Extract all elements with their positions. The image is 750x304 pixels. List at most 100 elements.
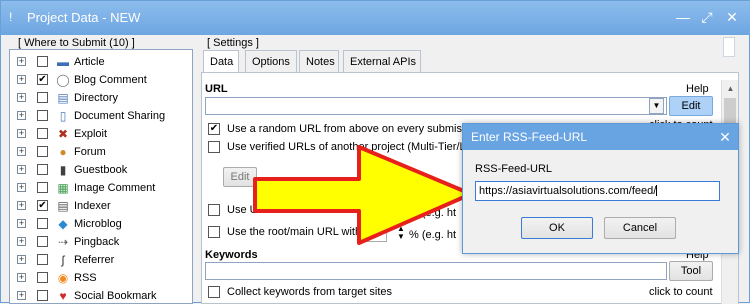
- tree-item-label: Forum: [74, 146, 106, 158]
- settings-panel-edge: [723, 37, 735, 57]
- keywords-input[interactable]: [205, 262, 667, 280]
- tree-item-checkbox[interactable]: [37, 218, 48, 229]
- tree-item-checkbox[interactable]: [37, 272, 48, 283]
- scroll-up-icon[interactable]: ▲: [722, 80, 739, 97]
- settings-title: [ Settings ]: [207, 37, 259, 49]
- microblog-icon: ◆: [58, 217, 68, 231]
- title-bar: ǃ Project Data - NEW — ⤢ ✕: [1, 1, 750, 35]
- expand-icon[interactable]: +: [17, 273, 26, 282]
- expand-icon[interactable]: +: [17, 129, 26, 138]
- tree-item[interactable]: + ▯ Document Sharing: [10, 107, 192, 125]
- tree-item[interactable]: + ▮ Guestbook: [10, 161, 192, 179]
- tree-item-label: Social Bookmark: [74, 290, 157, 302]
- article-icon: ▬: [57, 55, 69, 69]
- tree-item-checkbox[interactable]: [37, 182, 48, 193]
- tree-item-label: Referrer: [74, 254, 115, 266]
- exploit-icon: ✖: [57, 127, 69, 141]
- verified-urls-checkbox[interactable]: [208, 141, 220, 153]
- expand-icon[interactable]: +: [17, 255, 26, 264]
- tree-item-checkbox[interactable]: [37, 236, 48, 247]
- tree-item-checkbox[interactable]: [37, 290, 48, 301]
- url-combo[interactable]: [205, 97, 667, 115]
- expand-icon[interactable]: +: [17, 219, 26, 228]
- expand-icon[interactable]: +: [17, 111, 26, 120]
- cancel-button[interactable]: Cancel: [604, 217, 676, 239]
- expand-icon[interactable]: +: [17, 183, 26, 192]
- url-variations-checkbox[interactable]: [208, 204, 220, 216]
- ok-button[interactable]: OK: [521, 217, 593, 239]
- tree-item[interactable]: + ▬ Article: [10, 53, 192, 71]
- expand-icon[interactable]: +: [17, 75, 26, 84]
- collect-keywords-label: Collect keywords from target sites: [227, 286, 393, 298]
- url-dropdown-arrow-icon[interactable]: ▼: [649, 98, 664, 114]
- tree-item-label: Guestbook: [74, 164, 128, 176]
- expand-icon[interactable]: +: [17, 237, 26, 246]
- tree-item[interactable]: + ▤ Directory: [10, 89, 192, 107]
- expand-icon[interactable]: +: [17, 201, 26, 210]
- click-to-count-link-2[interactable]: click to count: [649, 286, 713, 298]
- url-label: URL: [205, 83, 228, 95]
- root-url-checkbox[interactable]: [208, 226, 220, 238]
- tree-item-label: Article: [74, 56, 105, 68]
- project-data-window: ǃ Project Data - NEW — ⤢ ✕ [ Where to Su…: [0, 0, 750, 304]
- text-caret: [656, 185, 658, 196]
- tree-item[interactable]: + ◆ Microblog: [10, 215, 192, 233]
- tree-item-label: Exploit: [74, 128, 108, 140]
- rss-feed-url-value: https://asiavirtualsolutions.com/feed/: [479, 185, 657, 197]
- tree-item[interactable]: + ◉ RSS: [10, 269, 192, 287]
- indexer-icon: ▤: [57, 199, 69, 213]
- tree-item-checkbox[interactable]: [37, 128, 48, 139]
- tree-item-label: Microblog: [74, 218, 122, 230]
- tree-item-label: Directory: [74, 92, 119, 104]
- tree-item-checkbox[interactable]: ✔: [37, 74, 48, 85]
- tree-item-checkbox[interactable]: [37, 164, 48, 175]
- tree-item[interactable]: + ✔ ▤ Indexer: [10, 197, 192, 215]
- tab-data[interactable]: Data: [203, 50, 239, 72]
- tree-item[interactable]: + ▦ Image Comment: [10, 179, 192, 197]
- rss-icon: ◉: [57, 271, 69, 285]
- where-to-submit-title: [ Where to Submit (10) ]: [18, 37, 135, 49]
- rss-feed-url-input[interactable]: https://asiavirtualsolutions.com/feed/: [475, 181, 720, 201]
- tree-item[interactable]: + ● Forum: [10, 143, 192, 161]
- tab-options[interactable]: Options: [245, 50, 297, 72]
- tree-item-label: Document Sharing: [74, 110, 166, 122]
- tree-item-checkbox[interactable]: [37, 56, 48, 67]
- guestbook-icon: ▮: [59, 163, 67, 177]
- dialog-close-icon[interactable]: ✕: [712, 124, 738, 150]
- tree-item-label: Pingback: [74, 236, 120, 248]
- tree-item[interactable]: + ⇢ Pingback: [10, 233, 192, 251]
- random-url-checkbox[interactable]: ✔: [208, 123, 220, 135]
- tree-item-checkbox[interactable]: ✔: [37, 200, 48, 211]
- tree-item-checkbox[interactable]: [37, 254, 48, 265]
- tree-item-checkbox[interactable]: [37, 110, 48, 121]
- window-title: Project Data - NEW: [27, 10, 141, 25]
- rss-feed-url-dialog: Enter RSS-Feed-URL ✕ RSS-Feed-URL https:…: [462, 123, 739, 254]
- keywords-tool-button[interactable]: Tool: [669, 261, 713, 281]
- dialog-title: Enter RSS-Feed-URL: [471, 130, 588, 144]
- minimize-button[interactable]: —: [673, 7, 693, 27]
- bookmark-icon: ♥: [59, 289, 67, 303]
- tree-item[interactable]: + ✔ ◯ Blog Comment: [10, 71, 192, 89]
- restore-button[interactable]: ⤢: [697, 7, 717, 27]
- tree-item[interactable]: + ✖ Exploit: [10, 125, 192, 143]
- expand-icon[interactable]: +: [17, 165, 26, 174]
- pointer-arrow-icon: [253, 145, 473, 245]
- tree-item[interactable]: + ♥ Social Bookmark: [10, 287, 192, 303]
- url-edit-button[interactable]: Edit: [669, 96, 713, 116]
- expand-icon[interactable]: +: [17, 93, 26, 102]
- expand-icon[interactable]: +: [17, 57, 26, 66]
- tree-item-label: RSS: [74, 272, 97, 284]
- tree-item-label: Blog Comment: [74, 74, 147, 86]
- tree-item-checkbox[interactable]: [37, 92, 48, 103]
- close-button[interactable]: ✕: [722, 7, 742, 27]
- tab-notes[interactable]: Notes: [299, 50, 339, 72]
- dialog-title-bar: Enter RSS-Feed-URL ✕: [463, 124, 738, 150]
- url-help-link[interactable]: Help: [686, 83, 709, 95]
- tree-item[interactable]: + ʃ Referrer: [10, 251, 192, 269]
- expand-icon[interactable]: +: [17, 291, 26, 300]
- comment-bubble-icon: ◯: [56, 73, 70, 87]
- collect-keywords-checkbox[interactable]: [208, 286, 220, 298]
- tab-external-apis[interactable]: External APIs: [343, 50, 421, 72]
- tree-item-checkbox[interactable]: [37, 146, 48, 157]
- expand-icon[interactable]: +: [17, 147, 26, 156]
